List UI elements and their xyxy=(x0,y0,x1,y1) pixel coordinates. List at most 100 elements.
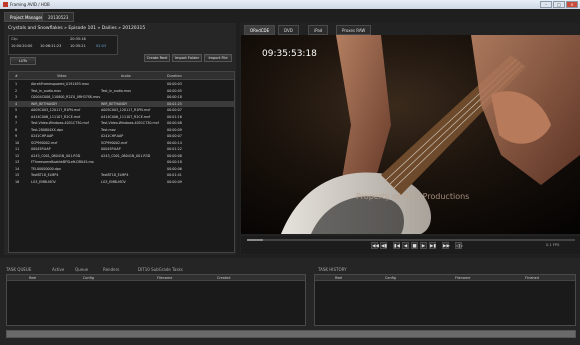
row-duration: 00:01:41 xyxy=(167,173,182,177)
step-back-button[interactable]: ▮◀ xyxy=(393,242,400,249)
row-audio: TestBT18_ELMP4 xyxy=(101,173,129,177)
window-titlebar: Framing AVID / HOB – □ × xyxy=(0,0,580,9)
clip-value-3: 02:03 xyxy=(96,44,107,48)
col-audio[interactable]: Audio xyxy=(121,74,131,78)
queue-col-reel[interactable]: Reel xyxy=(29,276,36,280)
task-history-title: TASK HISTORY xyxy=(318,267,347,272)
tab-proxes-raw[interactable]: Proxes RAW xyxy=(336,25,372,35)
tab-oredcde[interactable]: ORedCDE xyxy=(244,25,276,35)
row-audio: WIR_BETHANDY xyxy=(101,101,128,106)
row-duration: 00:00:08 xyxy=(167,121,182,125)
import-file-button[interactable]: Import File xyxy=(204,54,232,62)
tab-ipad[interactable]: iPad xyxy=(308,25,329,35)
create-reel-button[interactable]: Create Reel xyxy=(144,54,170,62)
queue-col-config[interactable]: Config xyxy=(83,276,94,280)
video-image xyxy=(241,35,580,234)
row-duration: 00:00:09 xyxy=(167,127,182,132)
loop-button[interactable]: ◁▷ xyxy=(455,242,463,249)
play-button[interactable]: ▶ xyxy=(420,242,427,249)
task-history-header: Reel Config Filename Finished xyxy=(315,275,575,281)
row-number: 9 xyxy=(15,134,18,138)
row-audio: Test_in_audio.mov xyxy=(101,88,132,93)
row-video: Test_in_audio.mov xyxy=(31,88,62,93)
play-reverse-button[interactable]: ◀ xyxy=(402,242,409,249)
status-bar xyxy=(6,330,576,338)
import-folder-button[interactable]: Import Folder xyxy=(172,54,202,62)
table-row[interactable]: 8 Test-280804XX.dpx Test.mov 00:00:09 xyxy=(9,127,234,133)
row-number: 10 xyxy=(15,140,20,145)
table-row[interactable]: 15 TestBT18_ELMP4 TestBT18_ELMP4 00:01:41 xyxy=(9,172,234,178)
stop-button[interactable]: ■ xyxy=(411,242,418,249)
table-row[interactable]: 10 SCP990002.mxf SCP990002.mxf 00:00:14 xyxy=(9,140,234,146)
top-tabs: Project Manager 20130523 xyxy=(0,12,580,22)
table-row[interactable]: 3 C0004C006_110800_R2ZX_0RH37SK.mov 00:00:… xyxy=(9,94,234,100)
row-audio: A005C003_120117_R1PN.mxf xyxy=(101,108,151,112)
clip-label: Clip xyxy=(11,37,18,41)
row-number: 16 xyxy=(15,179,20,184)
queue-col-created[interactable]: Created xyxy=(217,276,230,280)
transport-bar: ◀◀ ◀▮ ▮◀ ◀ ■ ▶ ▶▮ ▶▶ ◁▷ 0.1 FPS xyxy=(241,236,580,254)
row-audio: Test.Video.Windows.4051CT30.mxf xyxy=(101,121,159,125)
luts-button[interactable]: LUTs xyxy=(10,57,36,65)
row-duration: 00:00:09 xyxy=(167,179,182,184)
row-audio: LG3_EMBLMOV xyxy=(101,179,126,184)
table-row[interactable]: 13 FThreesomeBoathkBFSLeft.DR045.mo 00:00:… xyxy=(9,159,234,165)
step-forward-button[interactable]: ▶▮ xyxy=(429,242,436,249)
row-number: 3 xyxy=(15,95,18,99)
queue-tab-queue[interactable]: Queue xyxy=(75,267,88,272)
row-duration: 00:00:18 xyxy=(167,95,182,99)
row-video: 0241CHP.AAP xyxy=(31,134,54,138)
col-number[interactable]: # xyxy=(15,74,18,78)
row-duration: 00:01:25 xyxy=(167,101,182,106)
seek-bar[interactable] xyxy=(247,239,575,241)
history-col-config[interactable]: Config xyxy=(385,276,396,280)
history-col-finished[interactable]: Finished xyxy=(525,276,539,280)
table-row[interactable]: 9 0241CHP.AAP 0241CHP.AAP 00:00:07 xyxy=(9,133,234,139)
table-row[interactable]: 14 TEL00000000.dpx 00:00:06 xyxy=(9,166,234,172)
table-row[interactable]: 6 A414C006_111107_R2CE.mxf A414C006_111107… xyxy=(9,114,234,120)
history-col-reel[interactable]: Reel xyxy=(335,276,342,280)
table-row[interactable]: 16 LG3_EMBLMOV LG3_EMBLMOV 00:00:09 xyxy=(9,179,234,185)
col-video[interactable]: Video xyxy=(57,74,67,78)
row-duration: 00:00:05 xyxy=(167,88,182,93)
row-video: WIR_BETHANDY xyxy=(31,101,58,106)
table-row[interactable]: 2 Test_in_audio.mov Test_in_audio.mov 00:00… xyxy=(9,88,234,94)
fast-forward-button[interactable]: ▶▶ xyxy=(442,242,450,249)
row-video: A005C003_120117_R1PN.mxf xyxy=(31,108,81,112)
history-col-filename[interactable]: Filename xyxy=(455,276,470,280)
row-number: 15 xyxy=(15,173,20,177)
close-button[interactable]: × xyxy=(566,1,578,8)
row-video: C0004C006_110800_R2ZX_0RH37SK.mov xyxy=(31,95,101,99)
row-duration: 00:00:08 xyxy=(167,153,182,158)
row-audio: Test.mov xyxy=(101,127,116,132)
queue-tab-active[interactable]: Active xyxy=(52,267,64,272)
col-duration[interactable]: Duration xyxy=(167,74,182,78)
window-title: Framing AVID / HOB xyxy=(10,2,50,7)
video-frame[interactable] xyxy=(241,35,580,234)
table-row[interactable]: 11 00045P.AAP 00045P.AAP 00:01:22 xyxy=(9,146,234,152)
row-number: 4 xyxy=(15,101,18,106)
table-row[interactable]: 7 Test.Video.Windows.4051CT30.mxf Test.Vid… xyxy=(9,120,234,126)
table-row[interactable]: 5 A005C003_120117_R1PN.mxf A005C003_120117… xyxy=(9,107,234,113)
tab-dvd[interactable]: DVD xyxy=(278,25,299,35)
row-number: 1 xyxy=(15,82,18,86)
clip-tc-in: 10:00:20:00 xyxy=(11,44,33,48)
table-row[interactable]: 12 A243_C001_08041N_001.R3D A243_C001_0804… xyxy=(9,153,234,159)
go-start-button[interactable]: ◀▮ xyxy=(380,242,387,249)
queue-col-filename[interactable]: Filename xyxy=(157,276,172,280)
tab-20130523[interactable]: 20130523 xyxy=(42,12,75,22)
rewind-fast-button[interactable]: ◀◀ xyxy=(371,242,379,249)
queue-tab-renders[interactable]: Renders xyxy=(103,267,119,272)
table-row[interactable]: 4 WIR_BETHANDY WIR_BETHANDY 00:01:25 xyxy=(9,100,234,107)
row-duration: 00:00:07 xyxy=(167,108,182,112)
clip-tc-out: 10:06:21:23 xyxy=(40,44,62,48)
row-duration: 00:00:07 xyxy=(167,134,182,138)
table-row[interactable]: 1 AbrahFramesquared_0191493.mov 00:00:03 xyxy=(9,81,234,87)
media-table: # Video Audio Duration 1 AbrahFramesquare… xyxy=(8,71,235,253)
row-audio: A243_C001_08041N_001.R3D xyxy=(101,153,151,158)
queue-tab-subgrade[interactable]: DIT10 SubGrade Tasks xyxy=(138,267,183,272)
maximize-button[interactable]: □ xyxy=(553,1,565,8)
minimize-button[interactable]: – xyxy=(540,1,552,8)
row-number: 6 xyxy=(15,114,18,119)
row-video: Test-280804XX.dpx xyxy=(31,127,63,132)
